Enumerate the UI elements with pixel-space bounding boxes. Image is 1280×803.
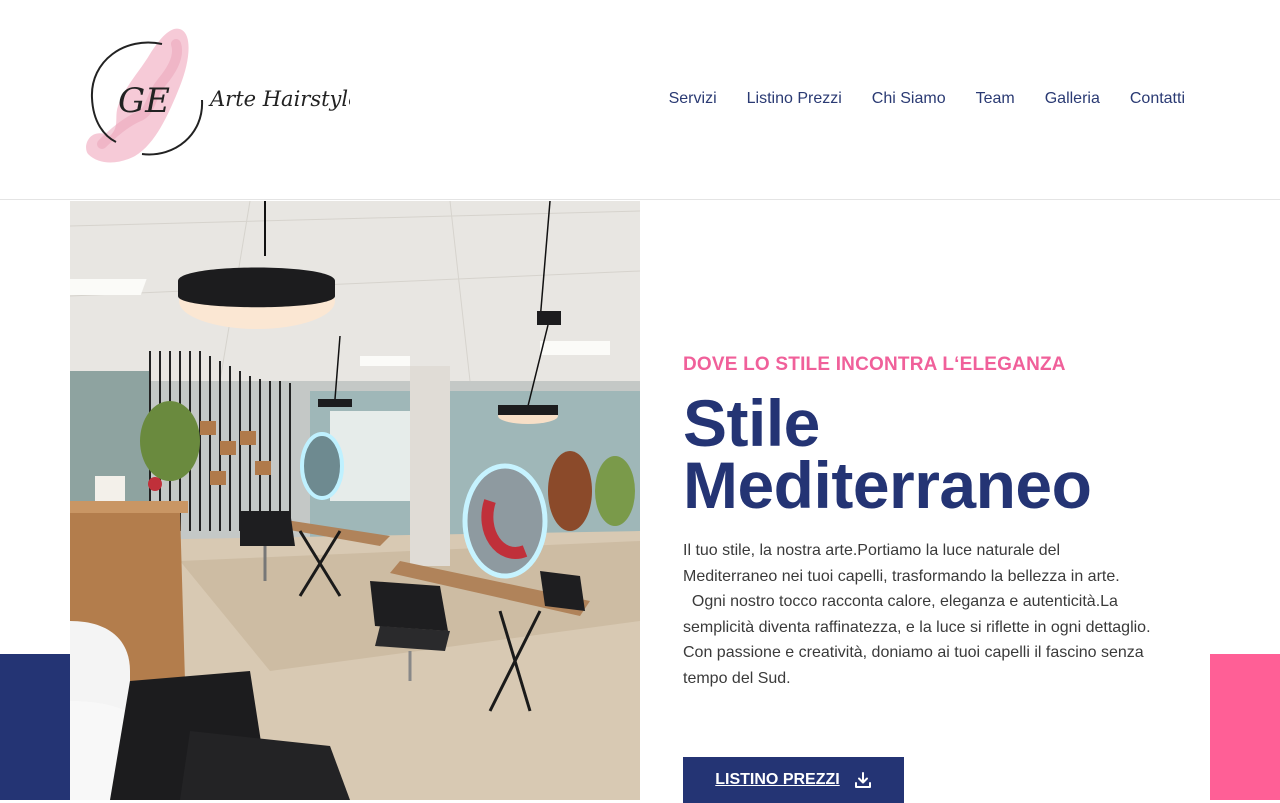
listino-prezzi-button-label: LISTINO PREZZI	[715, 771, 840, 788]
logo-monogram: GE	[118, 81, 170, 121]
hero-paragraph: Ogni nostro tocco racconta calore, elega…	[683, 593, 1151, 636]
hero-title: Stile Mediterraneo	[683, 390, 1163, 518]
hero-content: DOVE LO STILE INCONTRA L‘ELEGANZA Stile …	[683, 352, 1163, 692]
hero-description: Il tuo stile, la nostra arte.Portiamo la…	[683, 538, 1153, 692]
nav-item-team[interactable]: Team	[976, 88, 1015, 110]
hero-eyebrow: DOVE LO STILE INCONTRA L‘ELEGANZA	[683, 354, 1066, 375]
decor-block-navy	[0, 654, 70, 800]
site-header: GE Arte Hairstyle Servizi Listino Prezzi…	[0, 0, 1280, 200]
decor-block-pink	[1210, 654, 1280, 800]
nav-item-chi-siamo[interactable]: Chi Siamo	[872, 88, 946, 110]
nav-item-galleria[interactable]: Galleria	[1045, 88, 1100, 110]
listino-prezzi-button[interactable]: LISTINO PREZZI	[683, 757, 904, 803]
logo[interactable]: GE Arte Hairstyle	[80, 26, 361, 172]
main-nav: Servizi Listino Prezzi Chi Siamo Team Ga…	[669, 88, 1185, 110]
nav-item-contatti[interactable]: Contatti	[1130, 88, 1185, 110]
hero-paragraph: Il tuo stile, la nostra arte.Portiamo la…	[683, 542, 1120, 585]
nav-item-servizi[interactable]: Servizi	[669, 88, 717, 110]
download-icon	[854, 772, 871, 788]
salon-illustration	[70, 201, 640, 800]
hero-paragraph: Con passione e creatività, doniamo ai tu…	[683, 644, 1144, 687]
logo-graphic: GE Arte Hairstyle	[86, 28, 361, 163]
nav-item-listino-prezzi[interactable]: Listino Prezzi	[747, 88, 842, 110]
hero-title-line2: Mediterraneo	[683, 448, 1092, 522]
logo-name: Arte Hairstyle	[208, 87, 350, 111]
hero-photo	[70, 201, 640, 800]
